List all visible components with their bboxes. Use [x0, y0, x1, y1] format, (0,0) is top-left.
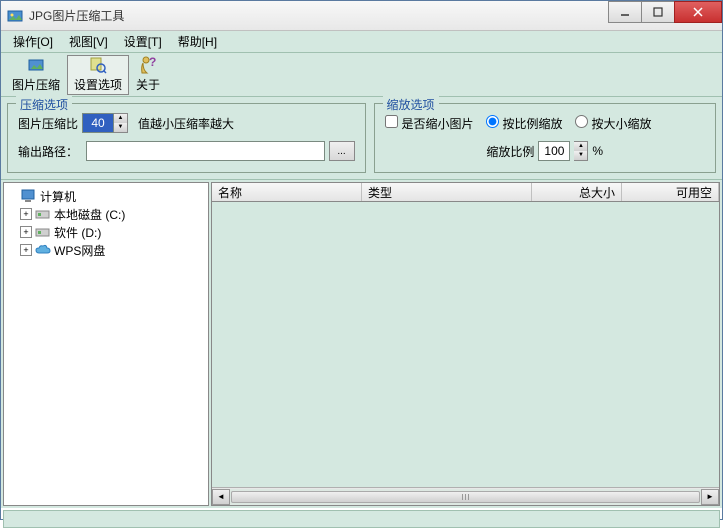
scale-ratio-label: 缩放比例 [486, 143, 534, 160]
tree-node-label: WPS网盘 [54, 242, 105, 259]
tree-root[interactable]: 计算机 [6, 187, 206, 205]
compress-legend: 压缩选项 [16, 96, 72, 113]
menubar: 操作[O] 视图[V] 设置[T] 帮助[H] [1, 31, 722, 53]
compress-ratio-input[interactable] [82, 113, 114, 133]
menu-view[interactable]: 视图[V] [61, 31, 116, 52]
minimize-button[interactable] [608, 1, 642, 23]
scale-ratio-unit: % [592, 144, 603, 158]
expand-icon[interactable]: + [20, 208, 32, 220]
close-button[interactable] [674, 1, 722, 23]
col-size[interactable]: 总大小 [532, 183, 622, 201]
window-title: JPG图片压缩工具 [29, 7, 124, 24]
compress-options-group: 压缩选项 图片压缩比 ▲▼ 值越小压缩率越大 输出路径： ... [7, 103, 366, 173]
col-free[interactable]: 可用空 [622, 183, 719, 201]
tree-node-disk-d[interactable]: + 软件 (D:) [20, 223, 206, 241]
menu-help[interactable]: 帮助[H] [170, 31, 225, 52]
scale-options-group: 缩放选项 是否缩小图片 按比例缩放 按大小缩放 缩放比例 ▲▼ % [374, 103, 716, 173]
tool-compress[interactable]: 图片压缩 [5, 55, 67, 95]
folder-tree[interactable]: 计算机 + 本地磁盘 (C:) + 软件 (D:) + WPS网盘 [3, 182, 209, 506]
scroll-thumb[interactable] [231, 491, 700, 503]
main-area: 计算机 + 本地磁盘 (C:) + 软件 (D:) + WPS网盘 [1, 180, 722, 508]
statusbar [3, 510, 720, 528]
menu-operate[interactable]: 操作[O] [5, 31, 61, 52]
settings-icon [89, 56, 107, 74]
tool-settings[interactable]: 设置选项 [67, 55, 129, 95]
tool-about-label: 关于 [136, 76, 160, 93]
tree-node-label: 本地磁盘 (C:) [54, 206, 125, 223]
scroll-right-button[interactable]: ► [701, 489, 719, 505]
scroll-left-button[interactable]: ◄ [212, 489, 230, 505]
tool-compress-label: 图片压缩 [12, 76, 60, 93]
toolbar: 图片压缩 设置选项 ? 关于 [1, 53, 722, 97]
tool-about[interactable]: ? 关于 [129, 55, 167, 95]
tree-root-label: 计算机 [40, 188, 76, 205]
computer-icon [21, 189, 37, 203]
tree-node-disk-c[interactable]: + 本地磁盘 (C:) [20, 205, 206, 223]
mode-ratio-radio[interactable]: 按比例缩放 [486, 115, 563, 132]
compress-ratio-spinner[interactable]: ▲▼ [114, 113, 128, 133]
mode-size-radio[interactable]: 按大小缩放 [575, 115, 652, 132]
expand-icon[interactable]: + [20, 244, 32, 256]
list-body[interactable]: ◄ ► [211, 202, 720, 506]
ratio-label: 图片压缩比 [18, 115, 78, 132]
col-name[interactable]: 名称 [212, 183, 362, 201]
horizontal-scrollbar[interactable]: ◄ ► [212, 487, 719, 505]
disk-icon [35, 207, 51, 221]
cloud-icon [35, 243, 51, 257]
expand-icon[interactable]: + [20, 226, 32, 238]
titlebar: JPG图片压缩工具 [1, 1, 722, 31]
output-path-input[interactable] [86, 141, 325, 161]
tool-settings-label: 设置选项 [74, 76, 122, 93]
tree-node-wps[interactable]: + WPS网盘 [20, 241, 206, 259]
list-header: 名称 类型 总大小 可用空 [211, 182, 720, 202]
browse-button[interactable]: ... [329, 141, 355, 161]
disk-icon [35, 225, 51, 239]
enable-scale-checkbox[interactable]: 是否缩小图片 [385, 115, 474, 132]
about-icon: ? [139, 56, 157, 74]
compress-icon [27, 56, 45, 74]
tree-node-label: 软件 (D:) [54, 224, 101, 241]
scroll-track[interactable] [230, 489, 701, 505]
ratio-hint: 值越小压缩率越大 [138, 115, 234, 132]
options-row: 压缩选项 图片压缩比 ▲▼ 值越小压缩率越大 输出路径： ... 缩放选项 是否… [1, 97, 722, 180]
scale-ratio-spinner[interactable]: ▲▼ [574, 141, 588, 161]
maximize-button[interactable] [641, 1, 675, 23]
menu-settings[interactable]: 设置[T] [116, 31, 170, 52]
app-icon [7, 8, 23, 24]
path-label: 输出路径： [18, 143, 78, 160]
scale-ratio-input[interactable] [538, 141, 570, 161]
svg-text:?: ? [149, 56, 156, 69]
col-type[interactable]: 类型 [362, 183, 532, 201]
file-list-pane: 名称 类型 总大小 可用空 ◄ ► [211, 182, 720, 506]
scale-legend: 缩放选项 [383, 96, 439, 113]
